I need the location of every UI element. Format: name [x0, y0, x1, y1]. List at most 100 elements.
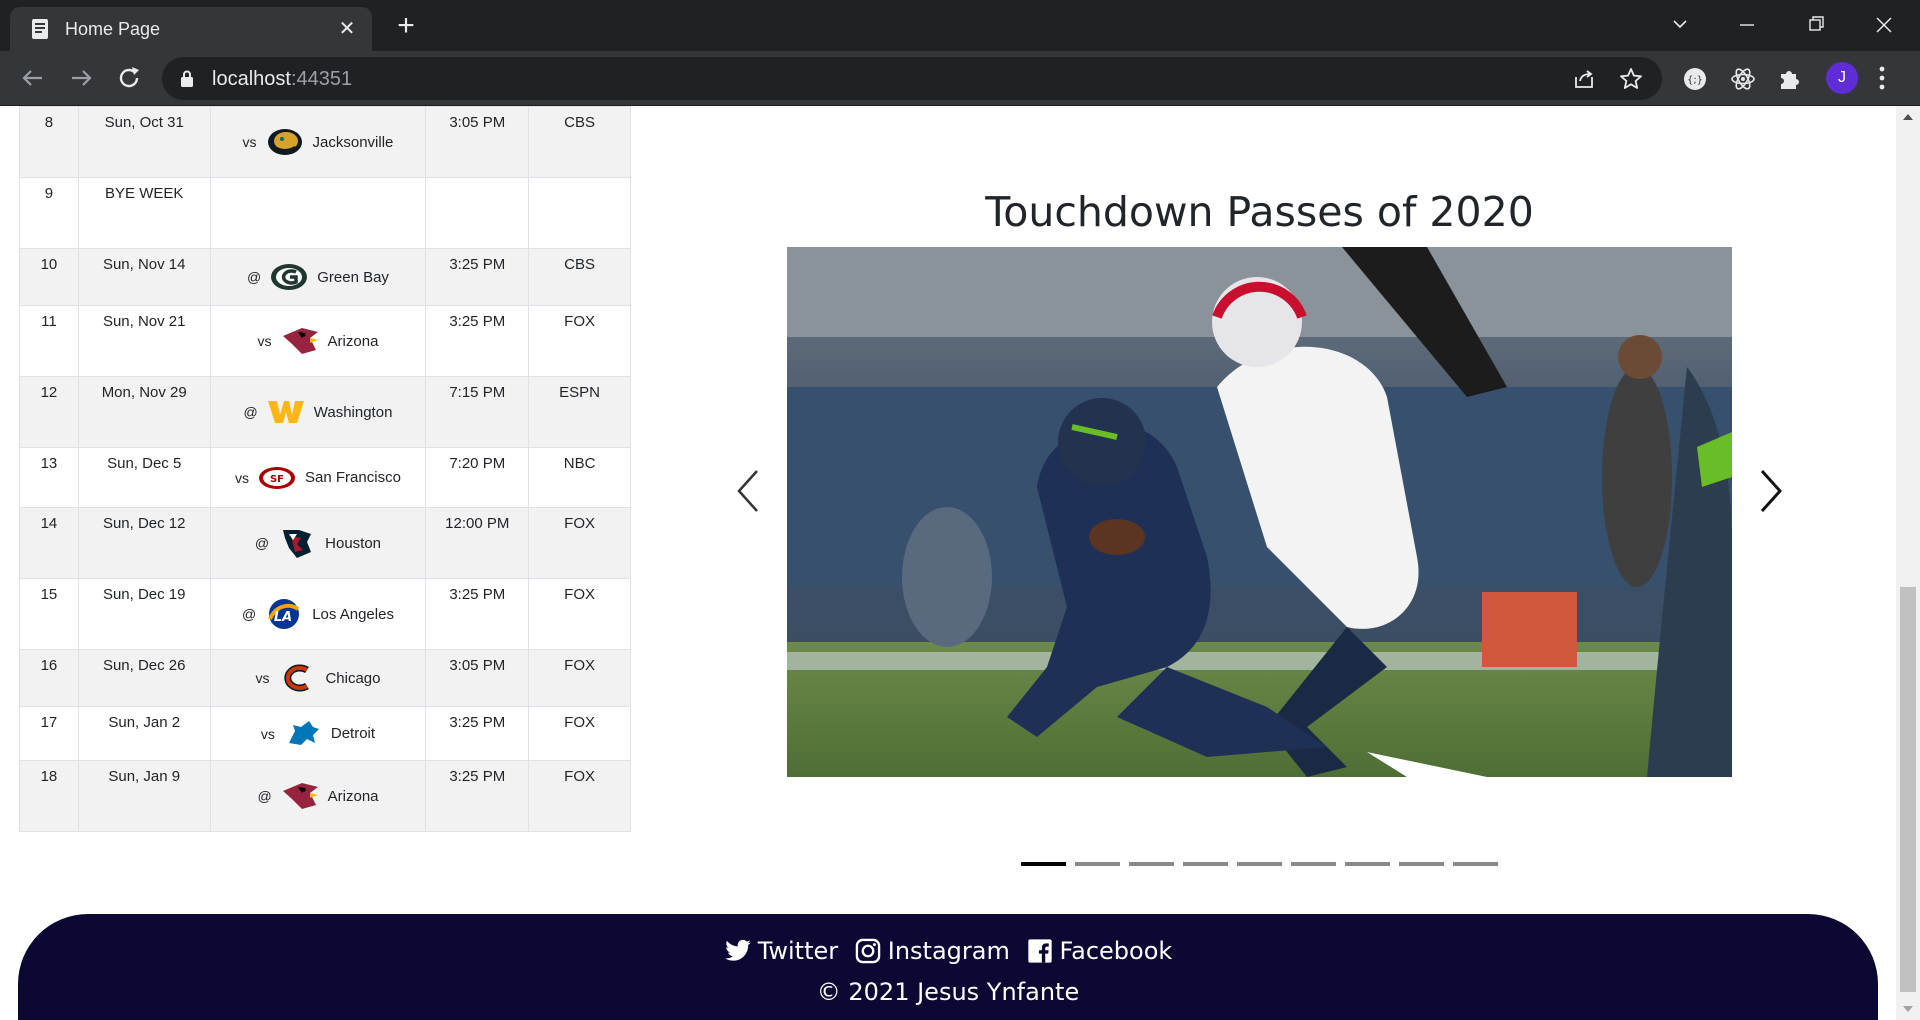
week-cell: 14: [19, 507, 79, 579]
tab-search-icon[interactable]: [1660, 8, 1700, 42]
minimize-icon[interactable]: [1727, 8, 1767, 42]
opponent: vs Arizona: [257, 324, 378, 358]
opponent: vs SF San Francisco: [235, 461, 401, 495]
home-away-marker: @: [243, 404, 258, 420]
profile-avatar[interactable]: J: [1826, 62, 1858, 94]
kickoff-time-cell: 3:25 PM: [425, 305, 530, 377]
carousel-indicator[interactable]: [1237, 862, 1282, 866]
instagram-icon: [855, 938, 881, 964]
table-row: 15 Sun, Dec 19 @ LA Los Angeles 3:25 PM FOX: [19, 578, 631, 650]
new-tab-button[interactable]: +: [390, 11, 422, 43]
network-cell: NBC: [528, 447, 631, 508]
home-away-marker: @: [242, 606, 257, 622]
home-away-marker: vs: [260, 725, 275, 742]
carousel-indicator[interactable]: [1021, 862, 1066, 866]
address-bar[interactable]: localhost:44351: [162, 57, 1662, 100]
scroll-down-arrow-icon[interactable]: [1903, 1006, 1913, 1012]
share-icon[interactable]: [1572, 67, 1596, 91]
react-devtools-icon[interactable]: [1729, 65, 1757, 93]
home-away-marker: vs: [257, 333, 272, 349]
back-icon[interactable]: [16, 61, 50, 95]
date-cell: Sun, Dec 19: [77, 578, 211, 650]
opponent-name: Jacksonville: [312, 133, 394, 151]
carousel-prev-icon[interactable]: [725, 456, 775, 526]
lock-icon: [181, 70, 193, 87]
carousel-indicator[interactable]: [1291, 862, 1336, 866]
menu-kebab-icon[interactable]: [1876, 65, 1888, 91]
page-scrollbar[interactable]: [1896, 106, 1920, 1020]
opponent-name: Arizona: [327, 787, 379, 805]
forward-icon[interactable]: [64, 61, 98, 95]
kickoff-time-cell: [425, 177, 530, 249]
table-row: 11 Sun, Nov 21 vs Arizona 3:25 PM FOX: [19, 305, 631, 377]
schedule-table: 8 Sun, Oct 31 vs Jacksonville 3:05 PM CBS 9 BYE…: [19, 106, 631, 832]
network-cell: FOX: [528, 578, 631, 650]
date-cell: Sun, Jan 9: [77, 760, 211, 832]
kickoff-time-cell: 3:25 PM: [425, 706, 530, 761]
date-cell: Mon, Nov 29: [77, 376, 211, 448]
cardinals-logo: [280, 324, 320, 358]
network-cell: FOX: [528, 760, 631, 832]
kickoff-time-cell: 3:25 PM: [425, 248, 530, 306]
date-cell: Sun, Oct 31: [77, 106, 211, 178]
scrollbar-thumb[interactable]: [1900, 587, 1916, 992]
puzzle-extensions-icon[interactable]: [1776, 65, 1804, 93]
opponent: @ Washington: [243, 395, 392, 429]
carousel-indicator[interactable]: [1075, 862, 1120, 866]
home-away-marker: vs: [235, 469, 250, 486]
url-text: localhost:44351: [212, 68, 353, 90]
week-cell: 17: [19, 706, 79, 761]
home-away-marker: @: [254, 535, 270, 551]
instagram-label: Instagram: [887, 937, 1010, 965]
opponent-cell: vs Detroit: [209, 706, 427, 761]
network-cell: FOX: [528, 305, 631, 377]
browser-tab[interactable]: Home Page ✕: [10, 7, 372, 51]
kickoff-time-cell: 3:25 PM: [425, 578, 530, 650]
week-cell: 8: [19, 106, 79, 178]
carousel-indicator[interactable]: [1399, 862, 1444, 866]
opponent-cell: vs Chicago: [209, 649, 427, 707]
twitter-link[interactable]: Twitter: [724, 937, 838, 965]
carousel-indicator[interactable]: [1345, 862, 1390, 866]
date-cell: Sun, Nov 14: [77, 248, 211, 306]
week-cell: 16: [19, 649, 79, 707]
kickoff-time-cell: 12:00 PM: [425, 507, 530, 579]
twitter-icon: [724, 939, 751, 961]
bookmark-star-icon[interactable]: [1619, 67, 1643, 91]
close-window-icon[interactable]: [1864, 8, 1904, 42]
carousel-slide-image: [787, 247, 1732, 777]
table-row: 14 Sun, Dec 12 @ Houston 12:00 PM FOX: [19, 507, 631, 579]
table-row: 13 Sun, Dec 5 vs SF San Francisco 7:20 PM NBC: [19, 447, 631, 508]
carousel-indicators: [1021, 862, 1498, 866]
carousel-title: Touchdown Passes of 2020: [985, 188, 1534, 236]
network-cell: CBS: [528, 106, 631, 178]
close-tab-icon[interactable]: ✕: [336, 18, 358, 40]
week-cell: 15: [19, 578, 79, 650]
date-cell: Sun, Nov 21: [77, 305, 211, 377]
washington-logo: [266, 395, 306, 429]
carousel-indicator[interactable]: [1129, 862, 1174, 866]
instagram-link[interactable]: Instagram: [854, 937, 1010, 965]
page-icon: [32, 19, 48, 39]
carousel-indicator[interactable]: [1453, 862, 1498, 866]
restore-icon[interactable]: [1796, 8, 1836, 42]
table-row: 18 Sun, Jan 9 @ Arizona 3:25 PM FOX: [19, 760, 631, 832]
home-away-marker: @: [257, 788, 272, 804]
carousel-next-icon[interactable]: [1744, 456, 1794, 526]
kickoff-time-cell: 3:05 PM: [425, 106, 530, 178]
date-cell: Sun, Jan 2: [77, 706, 211, 761]
facebook-link[interactable]: Facebook: [1026, 937, 1172, 965]
home-away-marker: @: [247, 269, 262, 285]
network-cell: FOX: [528, 649, 631, 707]
home-away-marker: vs: [255, 670, 270, 686]
extension-icon[interactable]: {;}: [1681, 65, 1709, 93]
network-cell: ESPN: [528, 376, 631, 448]
carousel-indicator[interactable]: [1183, 862, 1228, 866]
browser-tab-bar: Home Page ✕ +: [0, 0, 1920, 51]
table-row: 12 Mon, Nov 29 @ Washington 7:15 PM ESPN: [19, 376, 631, 448]
reload-icon[interactable]: [112, 61, 146, 95]
opponent-cell: @ Washington: [209, 376, 427, 448]
scroll-up-arrow-icon[interactable]: [1903, 114, 1913, 120]
kickoff-time-cell: 7:15 PM: [425, 376, 530, 448]
opponent-cell: vs SF San Francisco: [209, 447, 427, 508]
